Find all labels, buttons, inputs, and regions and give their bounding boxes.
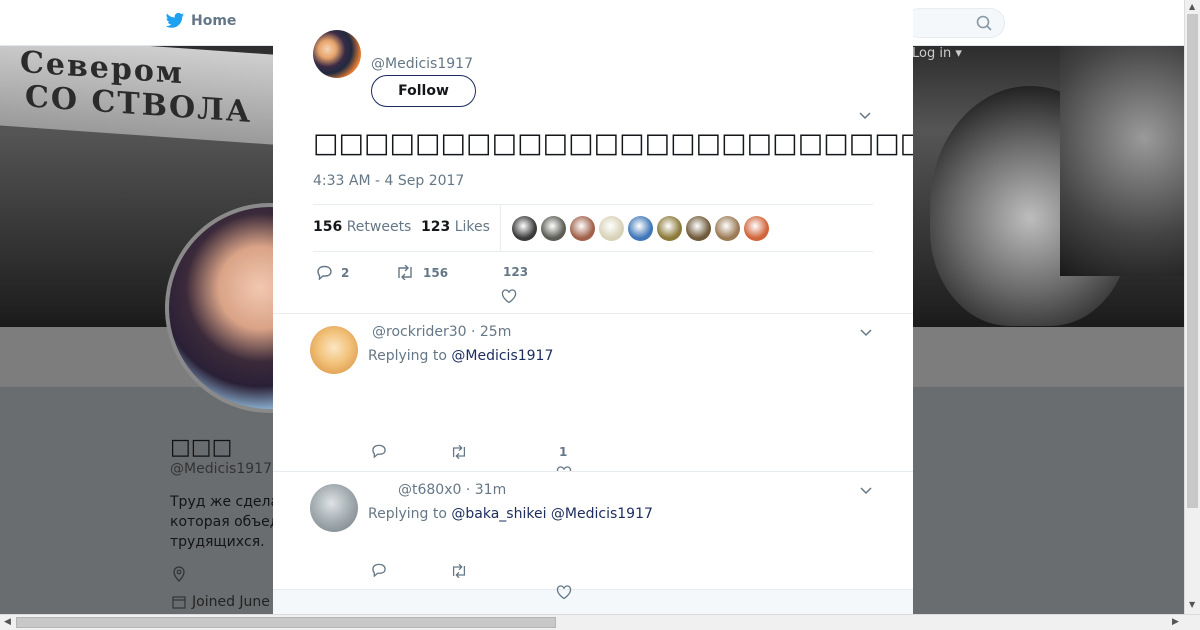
like-count: 123 (503, 265, 529, 279)
tweet-permalink-modal: @Medicis1917 Follow □□□□□□□□□□□□□□□□□□□□… (273, 0, 913, 614)
bio-line: Труд же сдела (170, 494, 280, 510)
home-label: Home (191, 13, 237, 29)
reply-handle[interactable]: @t680x0 (398, 482, 461, 498)
author-avatar[interactable] (313, 30, 361, 78)
banner-figure-2 (1060, 46, 1200, 276)
profile-handle: @Medicis1917 (170, 461, 272, 477)
search-input[interactable] (905, 8, 1005, 38)
home-nav-item[interactable]: Home (165, 12, 236, 30)
reply-avatar[interactable] (310, 326, 358, 374)
liker-avatar[interactable] (715, 216, 740, 241)
like-count-action[interactable]: 123 (503, 265, 528, 279)
retweet-action[interactable]: 156 (395, 265, 448, 280)
reply-action[interactable]: 2 (316, 265, 349, 280)
replying-to: Replying to @Medicis1917 (368, 348, 553, 364)
heart-icon[interactable] (556, 585, 572, 600)
liker-avatars (512, 216, 769, 241)
liker-avatar[interactable] (599, 216, 624, 241)
mention-link[interactable]: @Medicis1917 (551, 506, 653, 522)
heart-icon[interactable] (501, 289, 517, 304)
location-icon (173, 566, 185, 582)
reply-icon[interactable] (371, 444, 387, 458)
scroll-right-arrow-icon[interactable]: ▶ (1172, 617, 1179, 627)
bio-line: которая объед (170, 514, 280, 530)
reply-handle[interactable]: @rockrider30 (372, 324, 467, 340)
liker-avatar[interactable] (541, 216, 566, 241)
liker-avatar[interactable] (570, 216, 595, 241)
reply-options-chevron-down-icon[interactable] (860, 487, 872, 495)
horizontal-scrollbar[interactable]: ◀ ▶ (0, 614, 1200, 630)
banner-sign: Севером СО СТВОЛА (0, 46, 300, 147)
retweet-icon[interactable] (450, 445, 468, 459)
scroll-left-arrow-icon[interactable]: ◀ (4, 617, 11, 627)
reply-icon[interactable] (371, 563, 387, 577)
reply-icon (317, 265, 332, 280)
likes-count: 123 (421, 219, 451, 235)
profile-name: □□□ (170, 435, 233, 460)
reply-options-chevron-down-icon[interactable] (860, 329, 872, 337)
follow-button[interactable]: Follow (371, 75, 476, 107)
login-link[interactable]: Log in ▾ (912, 46, 962, 61)
scroll-down-arrow-icon[interactable]: ▼ (1189, 600, 1195, 609)
modal-footer (273, 585, 913, 614)
search-icon (976, 15, 992, 31)
liker-avatar[interactable] (744, 216, 769, 241)
profile-joined: Joined June (172, 594, 272, 610)
stats-divider (500, 205, 501, 252)
reply-header: @t680x0 · 31m (398, 482, 506, 498)
horizontal-scroll-thumb[interactable] (16, 617, 556, 628)
tweet-timestamp[interactable]: 4:33 AM - 4 Sep 2017 (313, 173, 464, 189)
close-icon[interactable] (1153, 10, 1181, 38)
liker-avatar[interactable] (686, 216, 711, 241)
retweets-stat[interactable]: 156 Retweets (313, 219, 411, 235)
reply-avatar[interactable] (310, 484, 358, 532)
vertical-scroll-thumb[interactable] (1187, 14, 1198, 508)
retweet-icon[interactable] (450, 564, 468, 578)
twitter-bird-icon (165, 12, 185, 28)
retweets-label: Retweets (346, 219, 412, 235)
joined-label: Joined June (192, 594, 270, 610)
tweet-stats: 156 Retweets 123 Likes (313, 204, 873, 252)
retweet-icon (398, 265, 412, 280)
reply-header: @rockrider30 · 25m (372, 324, 511, 340)
tweet-actions: 2 156 123 (313, 262, 873, 304)
replying-to-label: Replying to (368, 348, 447, 364)
profile-bio: Труд же сдела которая объед трудящихся. (170, 492, 280, 552)
tweet-text: □□□□□□□□□□□□□□□□□□□□□□□□□□□□□□□□□□□□□□□□… (313, 128, 913, 159)
mention-link[interactable]: @Medicis1917 (451, 348, 553, 364)
reply-tweet[interactable]: @rockrider30 · 25m Replying to @Medicis1… (273, 313, 913, 481)
liker-avatar[interactable] (628, 216, 653, 241)
author-handle[interactable]: @Medicis1917 (371, 56, 473, 72)
reply-like-count: 1 (559, 445, 568, 459)
liker-avatar[interactable] (512, 216, 537, 241)
reply-time[interactable]: · 25m (471, 324, 511, 340)
scroll-up-arrow-icon[interactable]: ▲ (1189, 2, 1195, 11)
likes-label: Likes (454, 219, 490, 235)
banner-sign-line-2: СО СТВОЛА (25, 79, 253, 131)
liker-avatar[interactable] (657, 216, 682, 241)
bio-line: трудящихся. (170, 534, 265, 550)
reply-time[interactable]: · 31m (466, 482, 506, 498)
tweet-options-chevron-down-icon[interactable] (859, 112, 871, 120)
replying-to-label: Replying to (368, 506, 447, 522)
calendar-icon (172, 596, 186, 609)
vertical-scrollbar[interactable]: ▲ ▼ (1184, 0, 1200, 614)
replying-to: Replying to @baka_shikei @Medicis1917 (368, 506, 653, 522)
likes-stat[interactable]: 123 Likes (421, 219, 490, 235)
retweet-count: 156 (423, 265, 449, 280)
reply-count: 2 (341, 265, 350, 280)
reply-tweet[interactable]: @t680x0 · 31m Replying to @baka_shikei @… (273, 471, 913, 589)
retweets-count: 156 (313, 219, 343, 235)
mention-link[interactable]: @baka_shikei (451, 506, 546, 522)
